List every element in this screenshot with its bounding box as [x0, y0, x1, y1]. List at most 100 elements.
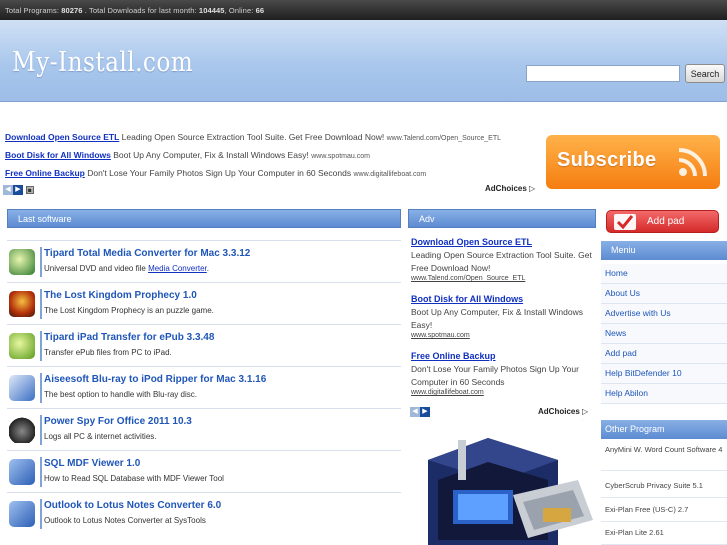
software-item: Power Spy For Office 2011 10.3 Logs all …	[7, 408, 401, 450]
ad-title-link[interactable]: Download Open Source ETL	[5, 132, 119, 142]
adv-nav: ◀ ▶	[410, 406, 430, 417]
media-converter-icon[interactable]	[9, 249, 35, 275]
ad-text: Don't Lose Your Family Photos Sign Up Yo…	[87, 168, 352, 178]
subscribe-banner[interactable]: Subscribe	[546, 135, 720, 189]
add-pad-button[interactable]: Add pad	[606, 210, 719, 233]
item-divider	[40, 499, 42, 529]
ad-title-link[interactable]: Free Online Backup	[5, 168, 85, 178]
software-desc: Universal DVD and video file Media Conve…	[44, 264, 209, 273]
add-pad-label: Add pad	[647, 216, 685, 227]
adv-url-link[interactable]: www.Talend.com/Open_Source_ETL	[411, 275, 596, 282]
adchoices-link[interactable]: AdChoices ▷	[485, 184, 535, 193]
rss-icon	[678, 148, 707, 177]
menu-item-advertise[interactable]: Advertise with Us	[601, 304, 727, 324]
ad-url-link[interactable]: www.Talend.com/Open_Source_ETL	[387, 135, 501, 142]
spy-icon[interactable]	[9, 417, 35, 443]
adv-ad-2: Boot Disk for All Windows Boot Up Any Co…	[411, 294, 596, 339]
last-software-heading: Last software	[7, 209, 401, 228]
software-item: The Lost Kingdom Prophecy 1.0 The Lost K…	[7, 282, 401, 324]
adchoices-icon: ▷	[529, 184, 536, 193]
menu-item-add-pad[interactable]: Add pad	[601, 344, 727, 364]
product-ad-image[interactable]	[408, 420, 596, 545]
software-desc: The Lost Kingdom Prophecy is an puzzle g…	[44, 306, 214, 315]
adv-title-link[interactable]: Free Online Backup	[411, 351, 596, 361]
adv-title-link[interactable]: Download Open Source ETL	[411, 237, 596, 247]
item-divider	[40, 415, 42, 445]
site-logo[interactable]: My-Install.com	[12, 47, 193, 78]
software-title-link[interactable]: The Lost Kingdom Prophecy 1.0	[44, 290, 197, 301]
prev-arrow-icon[interactable]: ◀	[410, 406, 420, 417]
ad-text: Boot Up Any Computer, Fix & Install Wind…	[113, 150, 309, 160]
ad-url-link[interactable]: www.spotmau.com	[311, 153, 370, 160]
software-item: Aiseesoft Blu-ray to iPod Ripper for Mac…	[7, 366, 401, 408]
ad-url-link[interactable]: www.digitallifeboat.com	[353, 171, 426, 178]
software-title-link[interactable]: Aiseesoft Blu-ray to iPod Ripper for Mac…	[44, 374, 266, 385]
menu-item-home[interactable]: Home	[601, 264, 727, 284]
site-header: My-Install.com Search	[0, 20, 727, 102]
adv-text: Leading Open Source Extraction Tool Suit…	[411, 250, 592, 273]
desc-link[interactable]: Media Converter	[148, 264, 207, 273]
adchoices-label: AdChoices	[538, 407, 580, 416]
adchoices-link[interactable]: AdChoices ▷	[538, 407, 588, 416]
ad-text: Leading Open Source Extraction Tool Suit…	[121, 132, 385, 142]
desc-text: Universal DVD and video file	[44, 264, 146, 273]
adv-text: Don't Lose Your Family Photos Sign Up Yo…	[411, 364, 579, 387]
software-title-link[interactable]: Power Spy For Office 2011 10.3	[44, 416, 192, 427]
sql-viewer-icon[interactable]	[9, 459, 35, 485]
menu-item-help-abilon[interactable]: Help Abilon	[601, 384, 727, 404]
software-desc: Transfer ePub files from PC to iPad.	[44, 348, 172, 357]
adv-url-link[interactable]: www.spotmau.com	[411, 332, 596, 339]
software-item: SQL MDF Viewer 1.0 How to Read SQL Datab…	[7, 450, 401, 492]
next-arrow-icon[interactable]: ▶	[420, 406, 430, 417]
software-item: Outlook to Lotus Notes Converter 6.0 Out…	[7, 492, 401, 534]
subscribe-label: Subscribe	[557, 149, 657, 171]
software-desc: Logs all PC & internet activities.	[44, 432, 157, 441]
menu-item-help-bitdefender[interactable]: Help BitDefender 10	[601, 364, 727, 384]
software-desc: How to Read SQL Database with MDF Viewer…	[44, 474, 224, 483]
prev-arrow-icon[interactable]: ◀	[3, 184, 13, 195]
other-program-item[interactable]: CyberScrub Privacy Suite 5.1	[601, 478, 727, 498]
downloads-label: . Total Downloads for last month:	[84, 6, 197, 15]
software-title-link[interactable]: Outlook to Lotus Notes Converter 6.0	[44, 500, 221, 511]
search-button[interactable]: Search	[685, 64, 725, 83]
item-divider	[40, 247, 42, 277]
copy-icon[interactable]: ▣	[25, 185, 34, 194]
next-arrow-icon[interactable]: ▶	[13, 184, 23, 195]
adv-ad-1: Download Open Source ETL Leading Open So…	[411, 237, 596, 282]
online-count: 66	[255, 6, 265, 15]
top-ad-3: Free Online Backup Don't Lose Your Famil…	[5, 168, 426, 178]
bluray-ripper-icon[interactable]	[9, 375, 35, 401]
adv-text: Boot Up Any Computer, Fix & Install Wind…	[411, 307, 583, 330]
check-icon	[614, 214, 636, 230]
downloads-count: 104445	[198, 6, 225, 15]
programs-count: 80276	[61, 6, 83, 15]
search-input[interactable]	[526, 65, 680, 82]
menu-item-news[interactable]: News	[601, 324, 727, 344]
game-icon[interactable]	[9, 291, 35, 317]
menu-item-about-us[interactable]: About Us	[601, 284, 727, 304]
adchoices-label: AdChoices	[485, 184, 527, 193]
item-divider	[40, 373, 42, 403]
adv-title-link[interactable]: Boot Disk for All Windows	[411, 294, 596, 304]
adv-ad-3: Free Online Backup Don't Lose Your Famil…	[411, 351, 596, 396]
top-ad-2: Boot Disk for All Windows Boot Up Any Co…	[5, 150, 370, 160]
software-title-link[interactable]: Tipard iPad Transfer for ePub 3.3.48	[44, 332, 214, 343]
programs-label: Total Programs:	[5, 6, 60, 15]
other-program-item[interactable]: Exi-Plan Lite 2.61	[601, 525, 727, 545]
software-desc: The best option to handle with Blu-ray d…	[44, 390, 197, 399]
software-title-link[interactable]: SQL MDF Viewer 1.0	[44, 458, 140, 469]
epub-transfer-icon[interactable]	[9, 333, 35, 359]
ad-title-link[interactable]: Boot Disk for All Windows	[5, 150, 111, 160]
other-program-item[interactable]: Exi-Plan Free (US-C) 2.7	[601, 502, 727, 522]
adv-url-link[interactable]: www.digitallifeboat.com	[411, 389, 596, 396]
online-label: , Online:	[224, 6, 254, 15]
item-divider	[40, 289, 42, 319]
software-desc: Outlook to Lotus Notes Converter at SysT…	[44, 516, 206, 525]
software-title-link[interactable]: Tipard Total Media Converter for Mac 3.3…	[44, 248, 250, 259]
ad-nav: ◀ ▶ ▣	[3, 184, 34, 195]
adv-heading: Adv	[408, 209, 596, 228]
other-program-heading: Other Program	[601, 420, 727, 439]
outlook-converter-icon[interactable]	[9, 501, 35, 527]
desc-tail: .	[206, 264, 209, 273]
other-program-item[interactable]: AnyMini W. Word Count Software 4	[601, 443, 727, 471]
